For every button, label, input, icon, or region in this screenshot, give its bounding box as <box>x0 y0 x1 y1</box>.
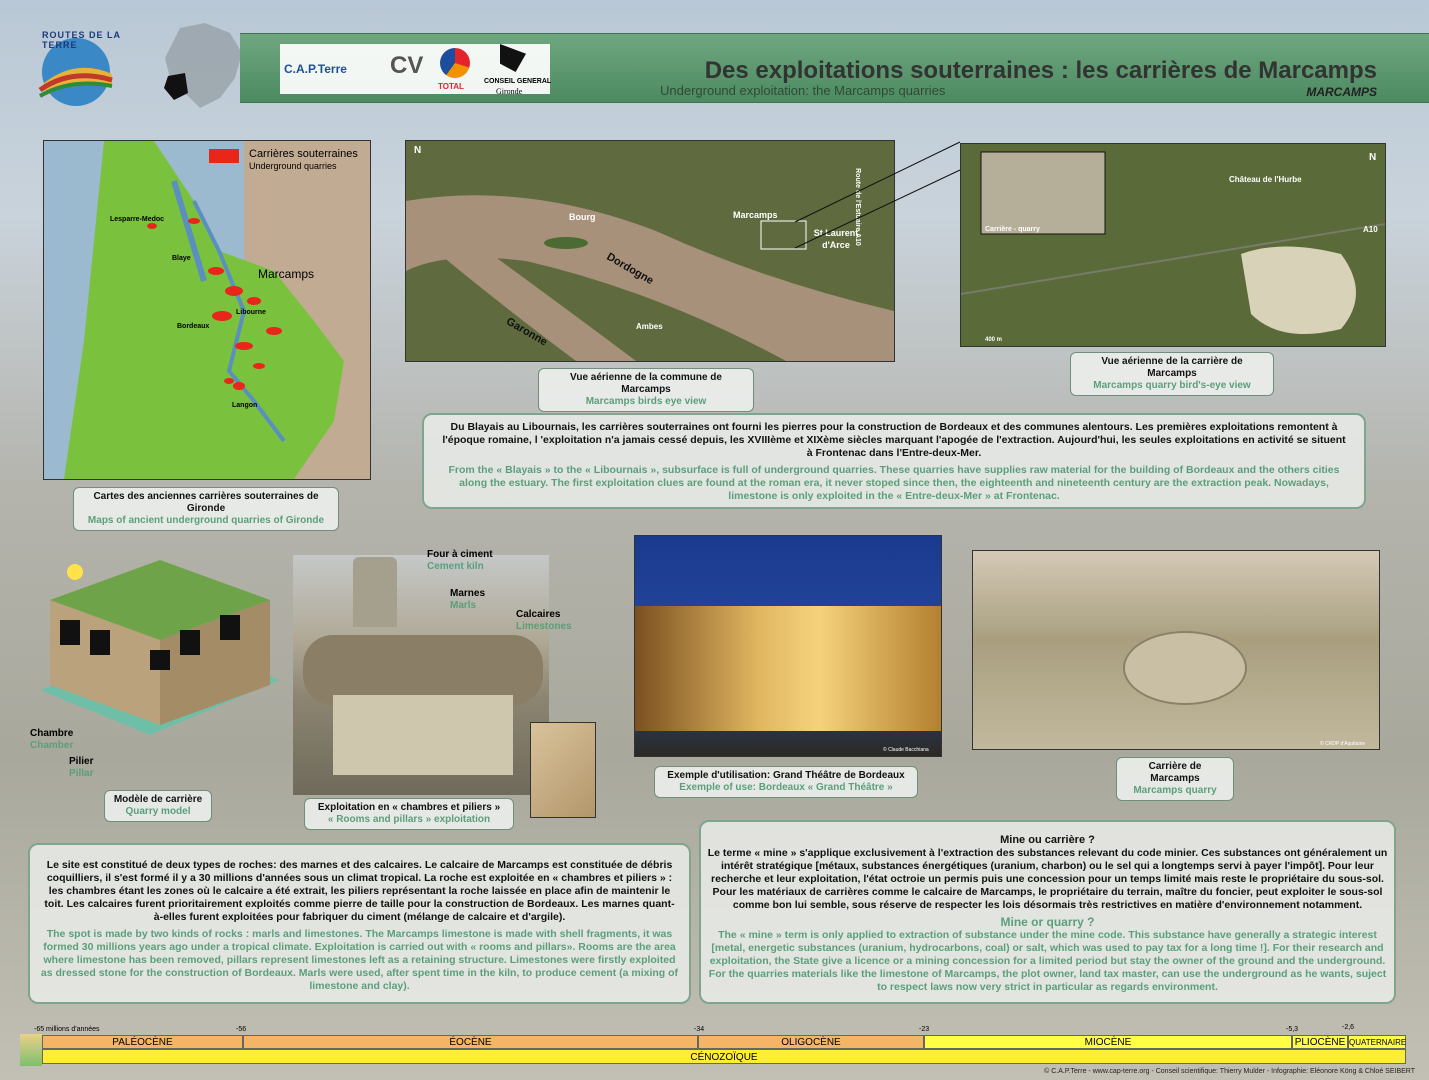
place-marcamps: Marcamps <box>258 267 315 281</box>
marcamps-quarry-photo: © CRDP d'Aquitaine <box>972 550 1380 750</box>
aerial-quarry-photo: N Château de l'Hurbe Carrière - quarry A… <box>960 143 1386 347</box>
caption-en: Marcamps birds eye view <box>585 396 707 407</box>
caption-en: Exemple of use: Bordeaux « Grand Théâtre… <box>679 782 893 793</box>
quarry-model-diagram: Chambre Chamber Pilier Pillar <box>30 560 290 779</box>
epoch-quaternaire: QUATERNAIRE <box>1348 1035 1406 1049</box>
label-marnes: Marnes <box>450 588 486 599</box>
logo: ROUTES DE LA TERRE <box>16 28 128 108</box>
timeline: -65 millions d'années -56 -34 -23 -5,3 -… <box>20 1022 1410 1066</box>
place-langon: Langon <box>232 402 258 409</box>
theatre-caption: Exemple d'utilisation: Grand Théâtre de … <box>654 766 918 798</box>
mine-panel: Mine ou carrière ? Le terme « mine » s'a… <box>699 820 1396 1004</box>
label-bourg: Bourg <box>569 212 596 222</box>
caption-en: Maps of ancient underground quarries of … <box>87 515 325 526</box>
limestone-inset-photo <box>530 722 596 818</box>
place-libourne: Libourne <box>236 309 266 316</box>
north-arrow: N <box>414 145 422 156</box>
mine-title-fr: Mine ou carrière ? <box>1000 834 1095 846</box>
theatre-photo: © Claude Bacchiana <box>634 535 942 757</box>
map-legend-fr: Carrières souterraines <box>249 148 358 160</box>
partner-gironde: Gironde <box>496 87 523 96</box>
europe-map-icon <box>150 18 250 118</box>
label-calcaires: Calcaires <box>516 609 561 620</box>
partner-cv: CV <box>390 52 424 79</box>
exploitation-photo <box>293 555 549 795</box>
label-chateau: Château de l'Hurbe <box>1229 175 1302 184</box>
label-ambes: Ambes <box>636 322 663 331</box>
label-a10: A10 <box>1363 225 1378 234</box>
photo-credit: © Claude Bacchiana <box>883 747 929 753</box>
label-pilier: Pilier <box>69 756 94 767</box>
epoch-paleocene: PALÉOCÈNE <box>42 1035 243 1049</box>
gironde-map: Carrières souterraines Underground quarr… <box>43 140 371 480</box>
caption-fr: Cartes des anciennes carrières souterrai… <box>93 491 319 514</box>
label-chambre: Chambre <box>30 728 74 739</box>
intro-fr: Du Blayais au Libournais, les carrières … <box>442 421 1346 459</box>
intro-panel: Du Blayais au Libournais, les carrières … <box>422 413 1366 509</box>
map-legend-swatch <box>209 149 239 163</box>
mine-fr: Le terme « mine » s'applique exclusiveme… <box>707 847 1388 911</box>
caption-en: Marcamps quarry <box>1133 785 1217 796</box>
exploitation-caption: Exploitation en « chambres et piliers » … <box>304 798 514 830</box>
partner-total: TOTAL <box>438 82 464 91</box>
mine-en: The « mine » term is only applied to ext… <box>708 929 1387 993</box>
map-legend-en: Underground quarries <box>249 161 337 171</box>
epoch-oligocene: OLIGOCÈNE <box>698 1035 924 1049</box>
aerial-commune-caption: Vue aérienne de la commune de Marcamps M… <box>538 368 754 412</box>
rocks-en: The spot is made by two kinds of rocks :… <box>40 928 679 992</box>
label-pillar: Pillar <box>69 768 94 779</box>
place-lesparre: Lesparre-Medoc <box>110 216 165 223</box>
kiln-tower <box>353 557 397 627</box>
intro-en: From the « Blayais » to the « Libournais… <box>448 464 1340 502</box>
label-carriere: Carrière - quarry <box>985 226 1040 233</box>
caption-fr: Exploitation en « chambres et piliers » <box>317 802 501 813</box>
rocks-panel: Le site est constitué de deux types de r… <box>28 843 691 1004</box>
page-subtitle: Underground exploitation: the Marcamps q… <box>660 83 946 98</box>
north-arrow: N <box>1369 152 1377 163</box>
caption-fr: Vue aérienne de la carrière de Marcamps <box>1101 356 1243 379</box>
zoom-connector <box>794 141 961 249</box>
theatre-facade <box>635 606 941 731</box>
label-limestones: Limestones <box>516 621 572 632</box>
epoch-miocene: MIOCÈNE <box>924 1035 1292 1049</box>
marcamps-quarry-caption: Carrière de Marcamps Marcamps quarry <box>1116 757 1234 801</box>
place-blaye: Blaye <box>172 255 191 262</box>
partner-conseil-general: CONSEIL GENERAL <box>484 78 552 85</box>
total-logo-icon <box>440 48 470 78</box>
tick-2-6: -2,6 <box>1342 1024 1355 1031</box>
aerial-quarry-caption: Vue aérienne de la carrière de Marcamps … <box>1070 352 1274 396</box>
mine-title-en: Mine or quarry ? <box>1000 915 1095 929</box>
label-chamber: Chamber <box>30 740 74 751</box>
caption-fr: Exemple d'utilisation: Grand Théâtre de … <box>667 770 905 781</box>
label-marls: Marls <box>450 600 477 611</box>
caption-en: Quarry model <box>125 806 191 817</box>
place-name: MARCAMPS <box>1306 85 1377 99</box>
caption-fr: Carrière de Marcamps <box>1148 761 1202 784</box>
label-marcamps: Marcamps <box>733 210 778 220</box>
label-kiln: Cement kiln <box>427 561 484 572</box>
era-cenozoique: CÉNOZOÏQUE <box>42 1049 1406 1064</box>
quarry-pit <box>1123 631 1247 705</box>
epoch-eocene: ÉOCÈNE <box>243 1035 698 1049</box>
epoch-pliocene: PLIOCÈNE <box>1292 1035 1348 1049</box>
timeline-strip <box>20 1034 42 1066</box>
caption-en: « Rooms and pillars » exploitation <box>327 814 491 825</box>
caption-fr: Vue aérienne de la commune de Marcamps <box>570 372 722 395</box>
label-four: Four à ciment <box>427 549 493 560</box>
place-bordeaux: Bordeaux <box>177 323 210 330</box>
partner-cap-terre: C.A.P.Terre <box>284 62 347 76</box>
scale-bar: 400 m <box>985 337 1003 343</box>
quarry-model-caption: Modèle de carrière Quarry model <box>104 790 212 822</box>
caption-fr: Modèle de carrière <box>113 794 203 805</box>
footer-credits: © C.A.P.Terre - www.cap-terre.org - Cons… <box>1044 1068 1415 1075</box>
page-title: Des exploitations souterraines : les car… <box>704 57 1377 84</box>
photo-credit: © CRDP d'Aquitaine <box>1320 741 1366 747</box>
logo-text: ROUTES DE LA TERRE <box>42 30 121 50</box>
rocks-fr: Le site est constitué de deux types de r… <box>44 859 675 923</box>
caption-en: Marcamps quarry bird's-eye view <box>1093 380 1251 391</box>
gironde-map-caption: Cartes des anciennes carrières souterrai… <box>73 487 339 531</box>
pillar-blocks <box>333 695 513 775</box>
